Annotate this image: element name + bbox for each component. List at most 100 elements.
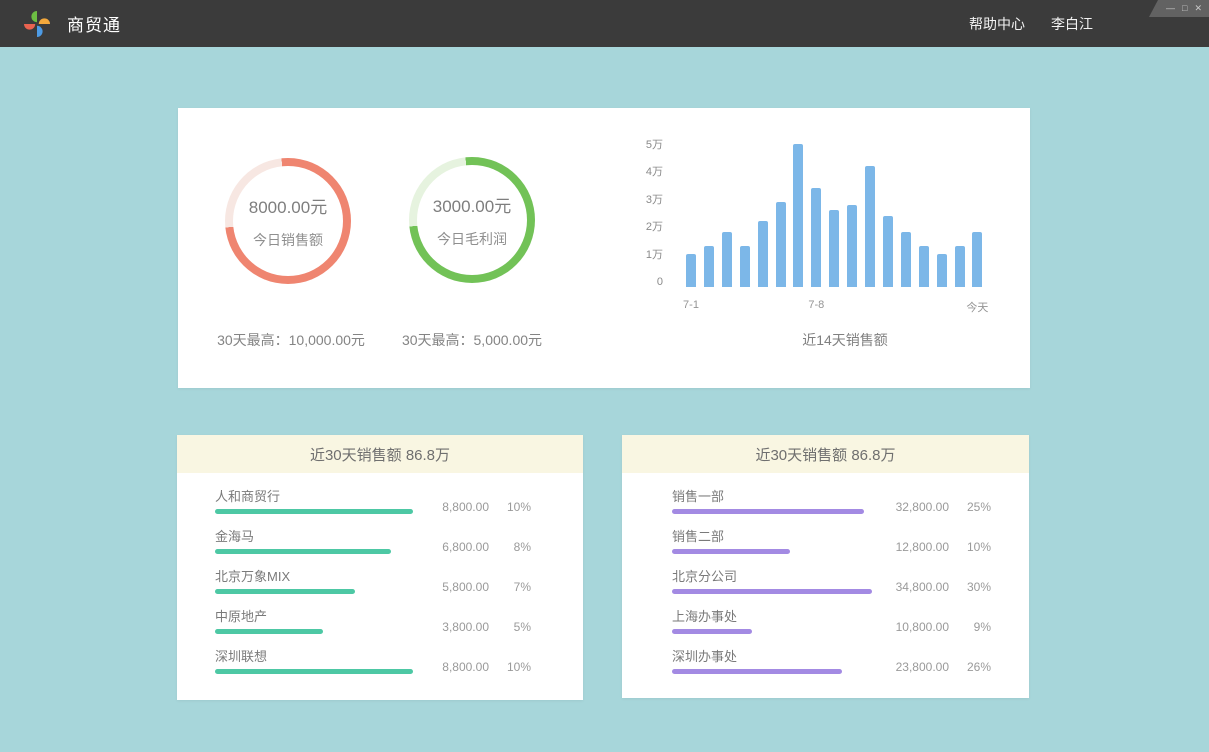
row-amount: 32,800.00 <box>872 500 949 514</box>
today-sales-donut-chart: 8000.00元 今日销售额 <box>225 158 351 284</box>
donut-center-text: 8000.00元 今日销售额 <box>249 193 327 250</box>
row-progress-bar <box>672 549 790 554</box>
row-name: 人和商贸行 <box>215 488 415 505</box>
list-item: 深圳联想 8,800.00 10% <box>215 648 531 674</box>
profit-30day-max-caption: 30天最高：5,000.00元 <box>359 330 585 350</box>
row-name: 金海马 <box>215 528 415 545</box>
chart-bar <box>865 166 875 287</box>
row-name: 上海办事处 <box>672 608 872 625</box>
bar-chart-x-axis: 7-1 7-8 今天 <box>686 299 986 313</box>
today-profit-value: 3000.00元 <box>433 192 511 217</box>
y-axis-tick: 0 <box>588 275 663 289</box>
chart-bar <box>847 205 857 288</box>
x-axis-tick: 今天 <box>966 299 988 315</box>
row-name: 销售一部 <box>672 488 872 505</box>
chart-bar <box>722 232 732 287</box>
row-amount: 8,800.00 <box>415 660 489 674</box>
row-percent: 5% <box>489 620 531 634</box>
overview-card: 8000.00元 今日销售额 3000.00元 今日毛利润 30天最高：10,0… <box>178 108 1030 388</box>
row-percent: 7% <box>489 580 531 594</box>
row-percent: 30% <box>949 580 991 594</box>
chart-bar <box>937 254 947 287</box>
sales-14day-bar-chart <box>686 141 986 287</box>
row-amount: 8,800.00 <box>415 500 489 514</box>
bar-chart-title: 近14天销售额 <box>708 330 982 350</box>
row-progress-bar <box>215 509 413 514</box>
list-item: 中原地产 3,800.00 5% <box>215 608 531 634</box>
chart-bar <box>704 246 714 287</box>
row-progress-bar <box>672 589 872 594</box>
y-axis-tick: 4万 <box>588 165 663 179</box>
row-name: 北京分公司 <box>672 568 872 585</box>
chart-bar <box>972 232 982 287</box>
row-progress-bar <box>672 509 864 514</box>
title-bar: 商贸通 帮助中心 李白江 — □ ✕ <box>0 0 1209 47</box>
row-progress-bar <box>215 549 391 554</box>
bar-chart-y-axis: 5万 4万 3万 2万 1万 0 <box>588 108 663 308</box>
chart-bar <box>955 246 965 287</box>
row-percent: 25% <box>949 500 991 514</box>
row-amount: 12,800.00 <box>872 540 949 554</box>
row-amount: 3,800.00 <box>415 620 489 634</box>
list-item: 北京分公司 34,800.00 30% <box>672 568 991 594</box>
x-axis-tick: 7-1 <box>683 299 699 311</box>
chart-bar <box>776 202 786 287</box>
x-axis-tick: 7-8 <box>808 299 824 311</box>
row-amount: 10,800.00 <box>872 620 949 634</box>
row-amount: 23,800.00 <box>872 660 949 674</box>
today-profit-label: 今日毛利润 <box>433 229 511 249</box>
ranking-list: 销售一部 32,800.00 25% 销售二部 12,800.00 10% 北京… <box>622 473 1029 674</box>
window-controls: — □ ✕ <box>1149 0 1209 17</box>
row-amount: 5,800.00 <box>415 580 489 594</box>
chart-bar <box>686 254 696 287</box>
row-percent: 10% <box>489 660 531 674</box>
row-progress-bar <box>215 629 323 634</box>
customer-ranking-card: 近30天销售额 86.8万 人和商贸行 8,800.00 10% 金海马 6,8… <box>177 435 583 700</box>
chart-bar <box>919 246 929 287</box>
row-amount: 34,800.00 <box>872 580 949 594</box>
row-percent: 26% <box>949 660 991 674</box>
row-percent: 9% <box>949 620 991 634</box>
y-axis-tick: 3万 <box>588 193 663 207</box>
ranking-list: 人和商贸行 8,800.00 10% 金海马 6,800.00 8% 北京万象M… <box>177 473 583 674</box>
y-axis-tick: 1万 <box>588 248 663 262</box>
card-header: 近30天销售额 86.8万 <box>622 435 1029 473</box>
close-icon[interactable]: ✕ <box>1194 4 1202 13</box>
card-header: 近30天销售额 86.8万 <box>177 435 583 473</box>
list-item: 上海办事处 10,800.00 9% <box>672 608 991 634</box>
chart-bar <box>811 188 821 287</box>
row-progress-bar <box>215 669 413 674</box>
app-title: 商贸通 <box>67 11 121 36</box>
row-percent: 10% <box>949 540 991 554</box>
chart-bar <box>829 210 839 287</box>
row-name: 北京万象MIX <box>215 568 415 585</box>
current-user-link[interactable]: 李白江 <box>1051 14 1093 34</box>
list-item: 深圳办事处 23,800.00 26% <box>672 648 991 674</box>
list-item: 销售二部 12,800.00 10% <box>672 528 991 554</box>
row-progress-bar <box>672 669 842 674</box>
donut-center-text: 3000.00元 今日毛利润 <box>433 192 511 249</box>
chart-bar <box>740 246 750 287</box>
row-progress-bar <box>672 629 752 634</box>
maximize-icon[interactable]: □ <box>1182 4 1187 13</box>
chart-bar <box>793 144 803 287</box>
row-progress-bar <box>215 589 355 594</box>
today-profit-donut-chart: 3000.00元 今日毛利润 <box>409 157 535 283</box>
today-sales-label: 今日销售额 <box>249 230 327 250</box>
chart-bar <box>883 216 893 288</box>
today-sales-value: 8000.00元 <box>249 193 327 218</box>
y-axis-tick: 5万 <box>588 138 663 152</box>
list-item: 人和商贸行 8,800.00 10% <box>215 488 531 514</box>
y-axis-tick: 2万 <box>588 220 663 234</box>
department-ranking-card: 近30天销售额 86.8万 销售一部 32,800.00 25% 销售二部 12… <box>622 435 1029 698</box>
list-item: 金海马 6,800.00 8% <box>215 528 531 554</box>
row-name: 深圳办事处 <box>672 648 872 665</box>
row-name: 中原地产 <box>215 608 415 625</box>
app-logo-pinwheel-icon <box>22 9 52 39</box>
chart-bar <box>758 221 768 287</box>
row-name: 深圳联想 <box>215 648 415 665</box>
list-item: 北京万象MIX 5,800.00 7% <box>215 568 531 594</box>
row-name: 销售二部 <box>672 528 872 545</box>
minimize-icon[interactable]: — <box>1166 4 1175 13</box>
help-center-link[interactable]: 帮助中心 <box>969 14 1025 34</box>
